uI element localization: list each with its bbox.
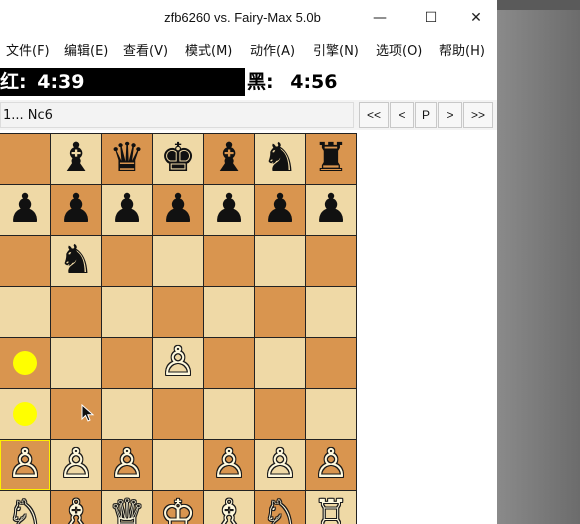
white-pawn-icon[interactable]: ♙ [255, 440, 305, 490]
white-queen-icon[interactable]: ♕ [102, 491, 152, 524]
nav-last-button[interactable]: >> [463, 102, 493, 128]
black-pawn-icon[interactable]: ♟ [102, 185, 152, 235]
menu-mode[interactable]: 模式(M) [185, 38, 232, 66]
white-rook-icon[interactable]: ♖ [306, 491, 356, 524]
maximize-button[interactable]: ☐ [408, 0, 454, 36]
black-pawn-icon[interactable]: ♟ [153, 185, 203, 235]
xboard-window: zfb6260 vs. Fairy-Max 5.0b — ☐ ✕ 文件(F) 编… [0, 0, 497, 524]
selected-square-highlight [0, 440, 50, 490]
menu-action[interactable]: 动作(A) [250, 38, 295, 66]
desktop-background [497, 0, 580, 524]
square-b5[interactable] [0, 287, 50, 337]
square-d5[interactable] [102, 287, 152, 337]
menu-bar: 文件(F) 编辑(E) 查看(V) 模式(M) 动作(A) 引擎(N) 选项(O… [0, 38, 497, 66]
black-king-icon[interactable]: ♚ [153, 134, 203, 184]
menu-edit[interactable]: 编辑(E) [64, 38, 108, 66]
square-e2[interactable] [153, 440, 203, 490]
white-king-icon[interactable]: ♔ [153, 491, 203, 524]
square-c5[interactable] [51, 287, 101, 337]
white-pawn-icon[interactable]: ♙ [204, 440, 254, 490]
square-f4[interactable] [204, 338, 254, 388]
red-clock-time: 4:39 [37, 71, 85, 93]
move-hint-dot[interactable] [13, 402, 37, 426]
black-rook-icon[interactable]: ♜ [306, 134, 356, 184]
menu-engine[interactable]: 引擎(N) [313, 38, 359, 66]
minimize-button[interactable]: — [357, 0, 403, 36]
square-f5[interactable] [204, 287, 254, 337]
title-bar[interactable]: zfb6260 vs. Fairy-Max 5.0b — ☐ ✕ [0, 0, 497, 36]
square-f6[interactable] [204, 236, 254, 286]
black-knight-icon[interactable]: ♞ [51, 236, 101, 286]
black-bishop-icon[interactable]: ♝ [204, 134, 254, 184]
white-knight-icon[interactable]: ♘ [255, 491, 305, 524]
nav-forward-button[interactable]: > [438, 102, 462, 128]
square-h4[interactable] [306, 338, 356, 388]
square-h3[interactable] [306, 389, 356, 439]
square-d4[interactable] [102, 338, 152, 388]
square-e3[interactable] [153, 389, 203, 439]
square-g5[interactable] [255, 287, 305, 337]
red-clock-label: 红: [0, 71, 27, 93]
white-pawn-icon[interactable]: ♙ [51, 440, 101, 490]
white-bishop-icon[interactable]: ♗ [51, 491, 101, 524]
nav-back-button[interactable]: < [390, 102, 414, 128]
square-d3[interactable] [102, 389, 152, 439]
last-move-display: 1... Nc6 [0, 102, 354, 128]
square-f3[interactable] [204, 389, 254, 439]
menu-options[interactable]: 选项(O) [376, 38, 422, 66]
square-b6[interactable] [0, 236, 50, 286]
black-clock-time: 4:56 [290, 71, 338, 93]
white-pawn-icon[interactable]: ♙ [306, 440, 356, 490]
move-hint-dot[interactable] [13, 351, 37, 375]
black-clock-label: 黑: [247, 71, 274, 93]
square-g4[interactable] [255, 338, 305, 388]
square-c4[interactable] [51, 338, 101, 388]
move-bar: 1... Nc6 << < P > >> [0, 100, 497, 130]
black-pawn-icon[interactable]: ♟ [255, 185, 305, 235]
red-clock: 红: 4:39 [0, 68, 245, 96]
white-pawn-icon[interactable]: ♙ [102, 440, 152, 490]
menu-help[interactable]: 帮助(H) [439, 38, 485, 66]
square-h6[interactable] [306, 236, 356, 286]
black-bishop-icon[interactable]: ♝ [51, 134, 101, 184]
nav-first-button[interactable]: << [359, 102, 389, 128]
square-e6[interactable] [153, 236, 203, 286]
black-pawn-icon[interactable]: ♟ [204, 185, 254, 235]
black-pawn-icon[interactable]: ♟ [51, 185, 101, 235]
black-clock: 黑: 4:56 [245, 68, 497, 96]
black-queen-icon[interactable]: ♛ [102, 134, 152, 184]
white-knight-icon[interactable]: ♘ [0, 491, 50, 524]
white-bishop-icon[interactable]: ♗ [204, 491, 254, 524]
menu-file[interactable]: 文件(F) [6, 38, 50, 66]
white-pawn-icon[interactable]: ♙ [153, 338, 203, 388]
mouse-pointer-icon [81, 404, 95, 422]
chess-board[interactable]: ♜♝♛♚♝♞♜♟♟♟♟♟♟♟♟♞♙♙♙♙♙♙♙♙♖♘♗♕♔♗♘♖ [0, 133, 399, 524]
square-d6[interactable] [102, 236, 152, 286]
square-b8[interactable] [0, 134, 50, 184]
black-knight-icon[interactable]: ♞ [255, 134, 305, 184]
black-pawn-icon[interactable]: ♟ [306, 185, 356, 235]
square-g6[interactable] [255, 236, 305, 286]
nav-pause-button[interactable]: P [415, 102, 437, 128]
clock-bar: 红: 4:39 黑: 4:56 [0, 68, 497, 96]
black-pawn-icon[interactable]: ♟ [0, 185, 50, 235]
square-h5[interactable] [306, 287, 356, 337]
square-g3[interactable] [255, 389, 305, 439]
desktop-taskbar-edge [497, 0, 580, 10]
menu-view[interactable]: 查看(V) [123, 38, 168, 66]
square-e5[interactable] [153, 287, 203, 337]
close-button[interactable]: ✕ [453, 0, 497, 36]
